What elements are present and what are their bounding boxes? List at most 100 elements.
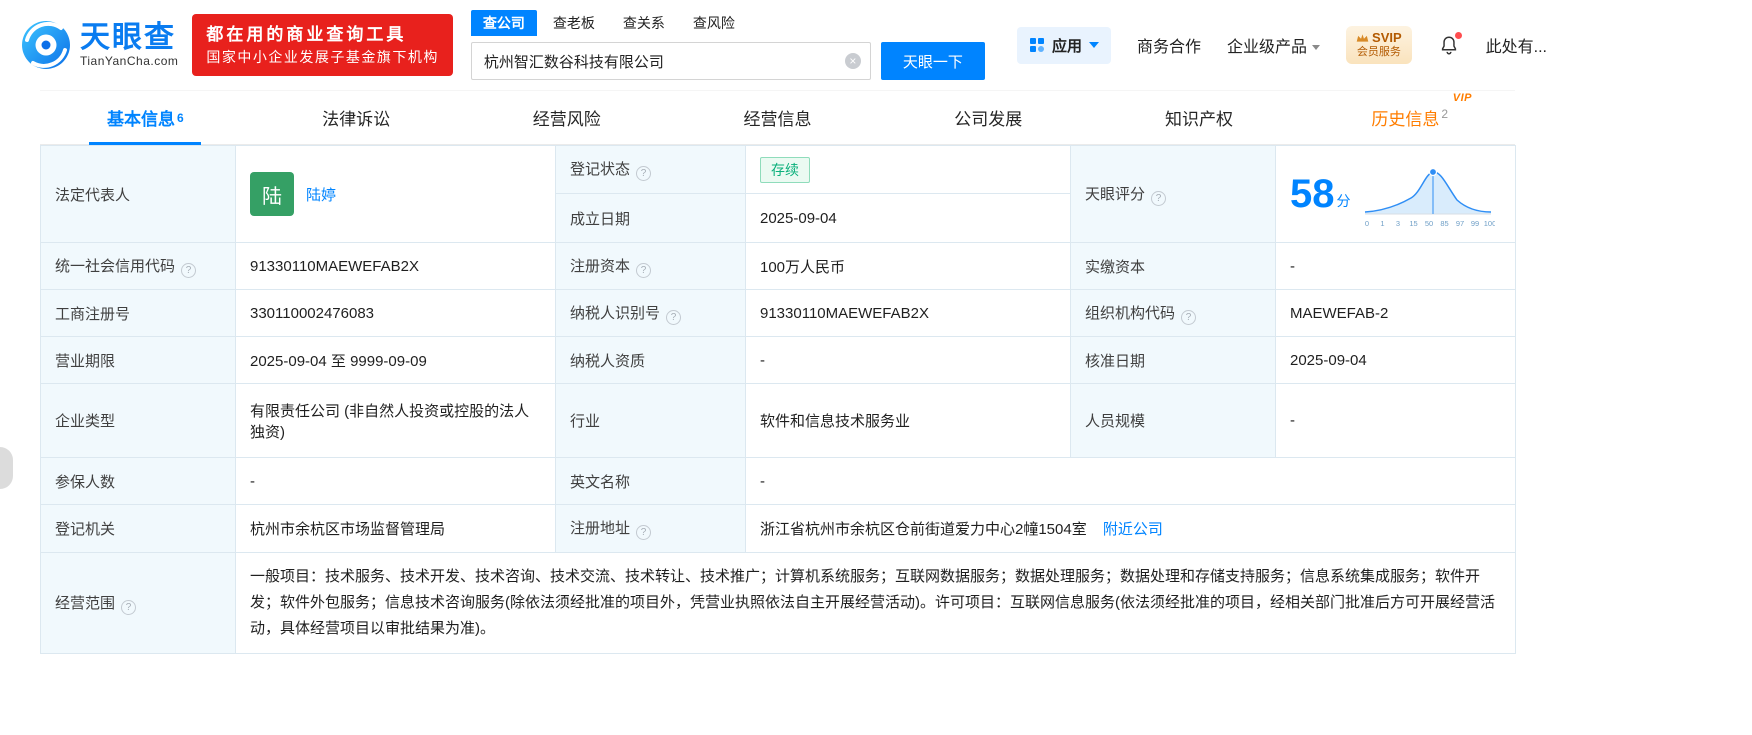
- help-icon[interactable]: ?: [636, 525, 651, 540]
- tab-basic-info-count: 6: [177, 111, 184, 125]
- svg-text:50: 50: [1424, 219, 1432, 228]
- legal-rep-label-text: 法定代表人: [55, 187, 130, 204]
- tab-legal-proceedings-label: 法律诉讼: [322, 105, 390, 130]
- tab-company-development[interactable]: 公司发展: [883, 91, 1094, 144]
- help-icon[interactable]: ?: [636, 263, 651, 278]
- address-label-text: 注册地址: [570, 520, 630, 537]
- established-label-text: 成立日期: [570, 211, 630, 228]
- svg-text:1: 1: [1380, 219, 1384, 228]
- tab-operating-info[interactable]: 经营信息: [672, 91, 883, 144]
- crown-icon: [1356, 33, 1369, 43]
- nearby-companies-link[interactable]: 附近公司: [1103, 521, 1163, 538]
- tab-operating-risk-label: 经营风险: [533, 105, 601, 130]
- reg-status-label-text: 登记状态: [570, 161, 630, 178]
- score-value: 58 分 0 1 3 15 50: [1276, 146, 1516, 243]
- reg-number-label: 工商注册号: [41, 290, 236, 337]
- tab-basic-info[interactable]: 基本信息6: [40, 91, 251, 144]
- help-icon[interactable]: ?: [1181, 310, 1196, 325]
- status-badge: 存续: [760, 157, 810, 183]
- side-panel-handle[interactable]: [0, 447, 13, 489]
- help-icon[interactable]: ?: [121, 600, 136, 615]
- apps-grid-icon: [1029, 37, 1045, 53]
- tianyancha-logo[interactable]: 天眼查 TianYanCha.com: [20, 19, 178, 71]
- help-icon[interactable]: ?: [181, 263, 196, 278]
- org-code-label: 组织机构代码?: [1071, 290, 1276, 337]
- reg-number-label-text: 工商注册号: [55, 306, 130, 323]
- score-label: 天眼评分?: [1071, 146, 1276, 243]
- search-tabs: 查公司 查老板 查关系 查风险: [471, 10, 985, 36]
- logo-name: 天眼查: [80, 22, 178, 54]
- svg-text:15: 15: [1409, 219, 1417, 228]
- slogan-line2: 国家中小企业发展子基金旗下机构: [206, 47, 439, 67]
- paid-capital-value: -: [1276, 243, 1516, 290]
- brand-slogan: 都在用的商业查询工具 国家中小企业发展子基金旗下机构: [192, 14, 453, 77]
- tab-basic-info-label: 基本信息: [107, 105, 175, 130]
- reg-status-label: 登记状态?: [556, 146, 746, 194]
- score-distribution-chart: 0 1 3 15 50 85 97 99 100: [1363, 156, 1495, 232]
- search-tab-relation[interactable]: 查关系: [611, 10, 677, 36]
- svip-sublabel: 会员服务: [1356, 46, 1402, 60]
- reg-authority-value: 杭州市余杭区市场监督管理局: [236, 505, 556, 553]
- address-value: 浙江省杭州市余杭区仓前街道爱力中心2幢1504室 附近公司: [746, 505, 1516, 553]
- tab-intellectual-property[interactable]: 知识产权: [1094, 91, 1305, 144]
- reg-authority-label-text: 登记机关: [55, 521, 115, 538]
- paid-capital-label-text: 实缴资本: [1085, 259, 1145, 276]
- credit-code-value: 91330110MAEWEFAB2X: [236, 243, 556, 290]
- help-icon[interactable]: ?: [636, 166, 651, 181]
- nav-enterprise-products[interactable]: 企业级产品: [1227, 33, 1320, 57]
- legal-rep-avatar[interactable]: 陆: [250, 172, 294, 216]
- business-term-value: 2025-09-04 至 9999-09-09: [236, 337, 556, 384]
- chevron-down-icon: [1089, 42, 1099, 48]
- legal-rep-name-link[interactable]: 陆婷: [306, 184, 336, 205]
- search-tab-risk[interactable]: 查风险: [681, 10, 747, 36]
- org-code-value: MAEWEFAB-2: [1276, 290, 1516, 337]
- apps-menu-button[interactable]: 应用: [1017, 27, 1111, 64]
- slogan-line1: 都在用的商业查询工具: [206, 23, 439, 48]
- score-number: 58: [1290, 174, 1335, 214]
- tab-legal-proceedings[interactable]: 法律诉讼: [251, 91, 462, 144]
- org-code-label-text: 组织机构代码: [1085, 305, 1175, 322]
- reg-authority-label: 登记机关: [41, 505, 236, 553]
- clear-search-icon[interactable]: ×: [845, 53, 861, 69]
- svip-membership-badge[interactable]: SVIP 会员服务: [1346, 26, 1412, 64]
- tab-intellectual-property-label: 知识产权: [1165, 105, 1233, 130]
- reg-status-value: 存续: [746, 146, 1071, 194]
- help-icon[interactable]: ?: [1151, 191, 1166, 206]
- search-tab-boss[interactable]: 查老板: [541, 10, 607, 36]
- company-section-tabs: 基本信息6 法律诉讼 经营风险 经营信息 公司发展 知识产权 历史信息2 VIP: [40, 90, 1515, 145]
- reg-capital-value: 100万人民币: [746, 243, 1071, 290]
- staff-size-label-text: 人员规模: [1085, 413, 1145, 430]
- tab-history-info[interactable]: 历史信息2 VIP: [1304, 91, 1515, 144]
- header-right-nav: 应用 商务合作 企业级产品 SVIP 会员服务 此处有...: [1017, 26, 1547, 64]
- search-button[interactable]: 天眼一下: [881, 42, 985, 80]
- notification-dot: [1455, 32, 1462, 39]
- business-scope-value: 一般项目：技术服务、技术开发、技术咨询、技术交流、技术转让、技术推广；计算机系统…: [236, 553, 1516, 654]
- user-account-menu[interactable]: 此处有...: [1486, 33, 1547, 57]
- search-module: 查公司 查老板 查关系 查风险 × 天眼一下: [471, 10, 985, 80]
- approval-date-label-text: 核准日期: [1085, 353, 1145, 370]
- established-value: 2025-09-04: [746, 194, 1071, 243]
- paid-capital-label: 实缴资本: [1071, 243, 1276, 290]
- address-label: 注册地址?: [556, 505, 746, 553]
- english-name-label: 英文名称: [556, 458, 746, 505]
- tab-operating-risk[interactable]: 经营风险: [461, 91, 672, 144]
- score-label-text: 天眼评分: [1085, 186, 1145, 203]
- staff-size-label: 人员规模: [1071, 384, 1276, 458]
- nav-business-cooperation[interactable]: 商务合作: [1137, 33, 1201, 57]
- logo-domain: TianYanCha.com: [80, 54, 178, 68]
- english-name-value: -: [746, 458, 1516, 505]
- industry-label-text: 行业: [570, 413, 600, 430]
- insured-label: 参保人数: [41, 458, 236, 505]
- search-input[interactable]: [471, 42, 871, 80]
- approval-date-label: 核准日期: [1071, 337, 1276, 384]
- tab-history-info-count: 2: [1441, 107, 1448, 121]
- notifications-bell-button[interactable]: [1438, 34, 1460, 56]
- business-term-label: 营业期限: [41, 337, 236, 384]
- taxpayer-quality-label: 纳税人资质: [556, 337, 746, 384]
- chevron-down-icon: [1312, 45, 1320, 50]
- search-tab-company[interactable]: 查公司: [471, 10, 537, 36]
- established-label: 成立日期: [556, 194, 746, 243]
- reg-capital-label-text: 注册资本: [570, 258, 630, 275]
- help-icon[interactable]: ?: [666, 310, 681, 325]
- svg-text:99: 99: [1470, 219, 1478, 228]
